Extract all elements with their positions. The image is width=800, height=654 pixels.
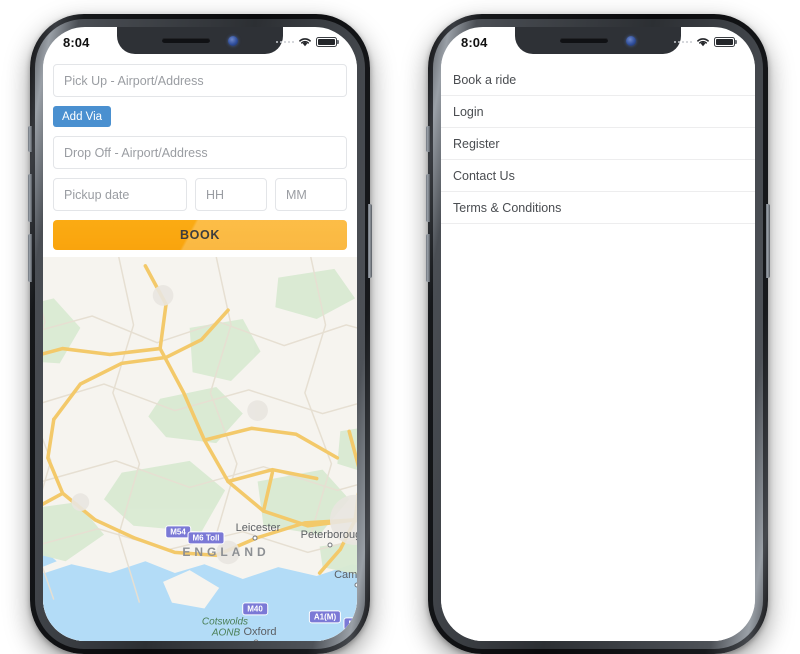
phone-device-right: 8:04 Book a ride Login Register Contact … — [426, 14, 770, 654]
map-motorway-shield: M6 Toll — [187, 531, 225, 545]
menu-item-book-a-ride[interactable]: Book a ride — [441, 64, 755, 96]
pickup-date-input[interactable]: Pickup date — [53, 178, 187, 211]
phone-screen-left: 8:04 Pick Up - Airport/Address Add Via D… — [43, 27, 357, 641]
battery-icon — [714, 37, 735, 47]
battery-icon — [316, 37, 337, 47]
book-button[interactable]: BOOK — [53, 220, 347, 250]
silence-switch[interactable] — [28, 126, 32, 152]
map-city-dot — [354, 582, 357, 588]
status-indicators — [275, 37, 337, 47]
notch — [117, 27, 283, 54]
power-button[interactable] — [766, 204, 770, 278]
silence-switch[interactable] — [426, 126, 430, 152]
volume-up-button[interactable] — [426, 174, 430, 222]
phone-screen-right: 8:04 Book a ride Login Register Contact … — [441, 27, 755, 641]
wifi-icon — [696, 37, 710, 47]
status-indicators — [673, 37, 735, 47]
volume-up-button[interactable] — [28, 174, 32, 222]
earpiece-speaker-icon — [560, 38, 608, 43]
map-motorway-shield: A1(M) — [308, 610, 342, 624]
add-via-button[interactable]: Add Via — [53, 106, 112, 127]
map-canvas — [43, 257, 357, 641]
menu-item-register[interactable]: Register — [441, 128, 755, 160]
navigation-menu: Book a ride Login Register Contact Us Te… — [441, 54, 755, 641]
map-city-dot — [327, 542, 333, 548]
booking-app: Pick Up - Airport/Address Add Via Drop O… — [43, 54, 357, 641]
front-camera-icon — [626, 35, 636, 46]
volume-down-button[interactable] — [426, 234, 430, 282]
front-camera-icon — [228, 35, 238, 46]
status-time: 8:04 — [63, 34, 90, 50]
map-motorway-shield: M40 — [242, 602, 268, 616]
pickup-hour-input[interactable]: HH — [195, 178, 267, 211]
menu-item-login[interactable]: Login — [441, 96, 755, 128]
pickup-input[interactable]: Pick Up - Airport/Address — [53, 64, 347, 97]
power-button[interactable] — [368, 204, 372, 278]
earpiece-speaker-icon — [162, 38, 210, 43]
map-city-dot — [252, 535, 258, 541]
map-motorway-shield: M11 — [343, 617, 357, 631]
datetime-row: Pickup date HH MM — [53, 178, 347, 220]
volume-down-button[interactable] — [28, 234, 32, 282]
menu-item-terms-conditions[interactable]: Terms & Conditions — [441, 192, 755, 224]
booking-form: Pick Up - Airport/Address Add Via Drop O… — [43, 54, 357, 257]
map-city-dot — [253, 639, 259, 641]
dropoff-input[interactable]: Drop Off - Airport/Address — [53, 136, 347, 169]
menu-item-contact-us[interactable]: Contact Us — [441, 160, 755, 192]
status-time: 8:04 — [461, 34, 488, 50]
wifi-icon — [298, 37, 312, 47]
pickup-minute-input[interactable]: MM — [275, 178, 347, 211]
notch — [515, 27, 681, 54]
map-view[interactable]: ENGLAND Leicester Peterborough Cambridge… — [43, 257, 357, 641]
phone-device-left: 8:04 Pick Up - Airport/Address Add Via D… — [28, 14, 372, 654]
